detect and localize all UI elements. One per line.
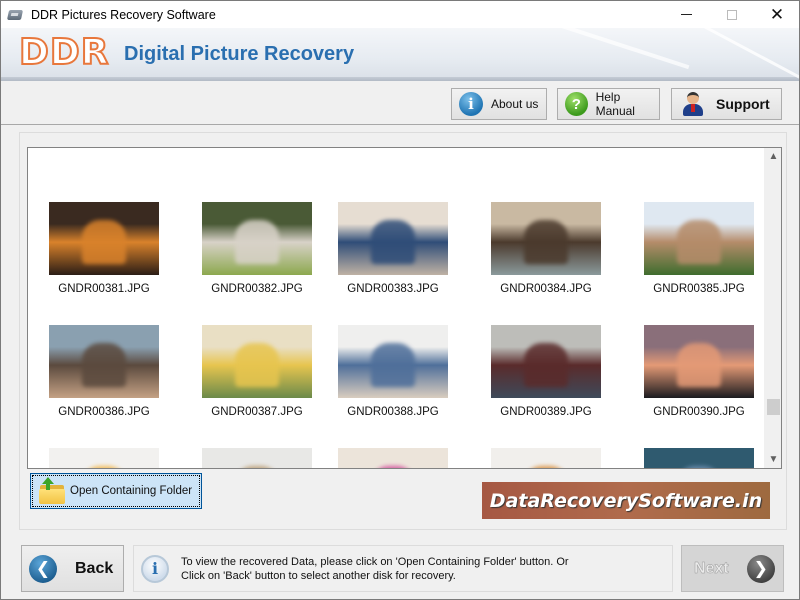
picture-item[interactable]: GNDR00395.JPG	[629, 448, 769, 468]
app-window: DDR Pictures Recovery Software ✕ DDR Dig…	[0, 0, 800, 600]
maximize-button[interactable]	[709, 1, 755, 28]
info-icon: i	[141, 554, 169, 583]
picture-filename: GNDR00382.JPG	[211, 283, 303, 295]
ddr-logo: DDR	[18, 32, 110, 74]
picture-thumbnail[interactable]	[491, 202, 601, 275]
picture-thumbnail[interactable]	[202, 202, 312, 275]
scroll-down-button[interactable]: ▼	[765, 451, 781, 468]
support-person-icon	[682, 91, 704, 117]
back-button[interactable]: ❮ Back	[21, 545, 124, 592]
picture-filename: GNDR00390.JPG	[653, 406, 745, 418]
close-button[interactable]: ✕	[754, 1, 800, 28]
back-label: Back	[75, 559, 114, 577]
open-containing-folder-button[interactable]: Open Containing Folder	[30, 473, 202, 509]
next-label: Next	[694, 559, 729, 577]
picture-filename: GNDR00387.JPG	[211, 406, 303, 418]
picture-item[interactable]: GNDR00390.JPG	[629, 325, 769, 445]
picture-thumbnail[interactable]	[49, 202, 159, 275]
picture-thumbnail[interactable]	[644, 325, 754, 398]
content-panel: GNDR00381.JPG GNDR00382.JPG GNDR00383.JPG G…	[19, 132, 787, 530]
app-disk-icon	[6, 8, 24, 22]
picture-filename: GNDR00386.JPG	[58, 406, 150, 418]
picture-thumbnail[interactable]	[338, 448, 448, 468]
picture-item[interactable]: GNDR00384.JPG	[476, 202, 616, 322]
picture-thumbnail[interactable]	[49, 325, 159, 398]
about-us-button[interactable]: i About us	[451, 88, 547, 120]
picture-item[interactable]: GNDR00391.JPG	[34, 448, 174, 468]
chevron-down-icon: ▼	[768, 454, 779, 465]
title-bar: DDR Pictures Recovery Software ✕	[1, 1, 799, 28]
vertical-scrollbar[interactable]: ▲ ▼	[764, 148, 781, 468]
banner-title: Digital Picture Recovery	[124, 43, 355, 65]
header-banner: DDR Digital Picture Recovery	[1, 28, 799, 81]
next-button[interactable]: Next ❯	[681, 545, 784, 592]
picture-item[interactable]: GNDR00394.JPG	[476, 448, 616, 468]
picture-thumbnail[interactable]	[644, 202, 754, 275]
picture-filename: GNDR00383.JPG	[347, 283, 439, 295]
toolbar: i About us ? Help Manual Support	[1, 81, 799, 125]
picture-filename: GNDR00388.JPG	[347, 406, 439, 418]
info-icon: i	[459, 92, 483, 116]
brand-website-banner: DataRecoverySoftware.in	[482, 482, 770, 519]
minimize-icon	[680, 14, 692, 15]
picture-item[interactable]: GNDR00392.JPG	[187, 448, 327, 468]
picture-thumbnail[interactable]	[49, 448, 159, 468]
support-button[interactable]: Support	[671, 88, 782, 120]
help-manual-button[interactable]: ? Help Manual	[557, 88, 660, 120]
picture-item[interactable]: GNDR00393.JPG	[323, 448, 463, 468]
info-line-1: To view the recovered Data, please click…	[181, 555, 569, 568]
picture-thumbnail[interactable]	[644, 448, 754, 468]
info-line-2: Click on 'Back' button to select another…	[181, 569, 456, 582]
picture-item[interactable]: GNDR00385.JPG	[629, 202, 769, 322]
picture-item[interactable]: GNDR00381.JPG	[34, 202, 174, 322]
chevron-up-icon: ▲	[768, 151, 779, 162]
help-manual-label: Help Manual	[595, 90, 635, 118]
window-title: DDR Pictures Recovery Software	[31, 7, 216, 22]
minimize-button[interactable]	[663, 1, 709, 28]
picture-thumbnail[interactable]	[338, 202, 448, 275]
chevron-right-icon: ❯	[746, 554, 775, 583]
picture-item[interactable]: GNDR00383.JPG	[323, 202, 463, 322]
picture-filename: GNDR00384.JPG	[500, 283, 592, 295]
maximize-icon	[727, 9, 737, 20]
picture-thumbnail[interactable]	[491, 325, 601, 398]
picture-thumbnail[interactable]	[202, 325, 312, 398]
picture-thumbnail[interactable]	[338, 325, 448, 398]
picture-filename: GNDR00385.JPG	[653, 283, 745, 295]
picture-item[interactable]: GNDR00388.JPG	[323, 325, 463, 445]
info-message-panel: i To view the recovered Data, please cli…	[133, 545, 673, 592]
picture-filename: GNDR00381.JPG	[58, 283, 150, 295]
picture-thumbnail[interactable]	[491, 448, 601, 468]
chevron-left-icon: ❮	[29, 554, 57, 583]
picture-filename: GNDR00389.JPG	[500, 406, 592, 418]
open-folder-label: Open Containing Folder	[70, 485, 193, 497]
scrollbar-thumb[interactable]	[767, 399, 780, 416]
scroll-up-button[interactable]: ▲	[765, 148, 781, 165]
about-us-label: About us	[491, 97, 539, 111]
help-icon: ?	[565, 92, 588, 116]
picture-item[interactable]: GNDR00382.JPG	[187, 202, 327, 322]
info-message: To view the recovered Data, please click…	[181, 555, 569, 583]
picture-thumbnail[interactable]	[202, 448, 312, 468]
open-folder-icon	[38, 477, 66, 505]
recovered-pictures-gallery[interactable]: GNDR00381.JPG GNDR00382.JPG GNDR00383.JPG G…	[27, 147, 782, 469]
picture-item[interactable]: GNDR00389.JPG	[476, 325, 616, 445]
close-icon: ✕	[769, 4, 785, 24]
support-label: Support	[716, 96, 770, 112]
picture-item[interactable]: GNDR00387.JPG	[187, 325, 327, 445]
picture-item[interactable]: GNDR00386.JPG	[34, 325, 174, 445]
